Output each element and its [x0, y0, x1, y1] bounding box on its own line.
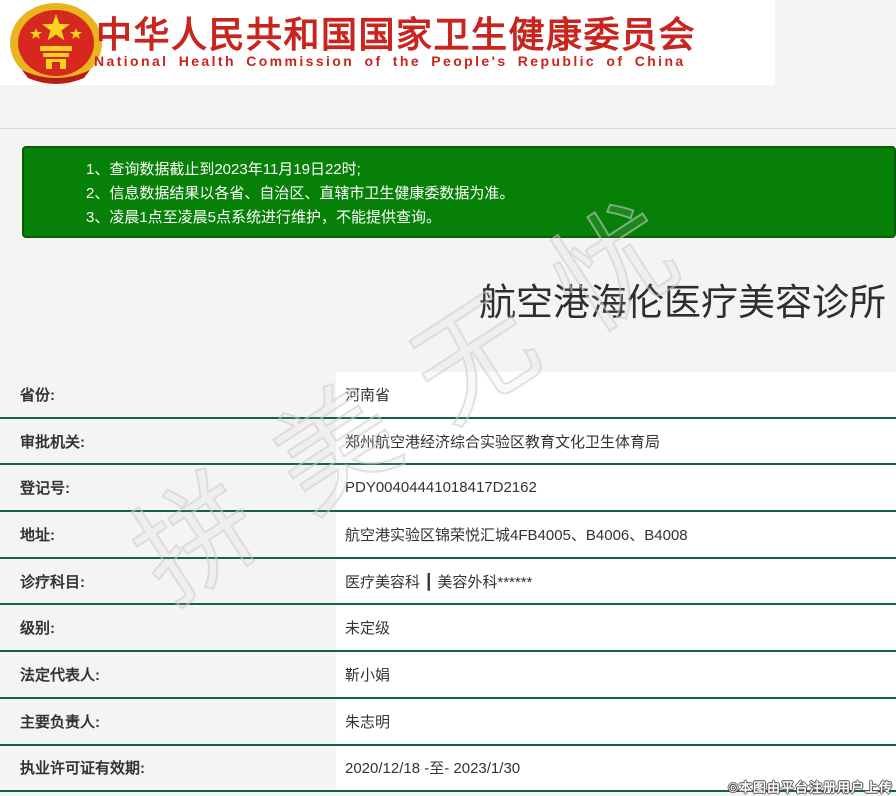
field-value: 航空港实验区锦荣悦汇城4FB4005、B4006、B4008: [336, 512, 896, 557]
upload-copyright-stamp: ©本图由平台注册用户上传: [728, 780, 893, 795]
header-title-english: National Health Commission of the People…: [94, 53, 686, 69]
field-label: 登记号:: [0, 465, 336, 511]
field-value: 医疗美容科 ┃ 美容外科******: [336, 558, 896, 604]
table-row: 级别: 未定级: [0, 605, 896, 653]
notice-line-2: 2、信息数据结果以各省、自治区、直辖市卫生健康委数据为准。: [86, 185, 515, 202]
field-value: 靳小娟: [336, 652, 896, 697]
table-row: 主要负责人: 朱志明: [0, 698, 896, 746]
header-title-chinese: 中华人民共和国国家卫生健康委员会: [96, 14, 697, 55]
national-emblem-icon: [10, 3, 102, 84]
field-label: 审批机关:: [0, 418, 336, 464]
field-value: 未定级: [336, 605, 896, 651]
query-notice-panel: 1、查询数据截止到2023年11月19日22时; 2、信息数据结果以各省、自治区…: [22, 146, 896, 238]
table-row: 省份: 河南省: [0, 372, 896, 419]
field-value: 朱志明: [336, 698, 896, 744]
field-value: 郑州航空港经济综合实验区教育文化卫生体育局: [336, 418, 896, 464]
institution-info-table: 省份: 河南省 审批机关: 郑州航空港经济综合实验区教育文化卫生体育局 登记号:…: [0, 372, 896, 793]
field-label: 诊疗科目:: [0, 558, 336, 604]
field-value: PDY00404441018417D2162: [336, 465, 896, 511]
field-label: 法定代表人:: [0, 652, 336, 697]
field-value: 河南省: [336, 372, 896, 417]
site-header: 中华人民共和国国家卫生健康委员会 National Health Commiss…: [0, 0, 775, 85]
institution-name-title: 航空港海伦医疗美容诊所: [479, 282, 886, 323]
notice-line-3: 3、凌晨1点至凌晨5点系统进行维护，不能提供查询。: [86, 209, 442, 226]
field-label: 地址:: [0, 512, 336, 557]
table-row: 地址: 航空港实验区锦荣悦汇城4FB4005、B4006、B4008: [0, 512, 896, 559]
notice-line-1: 1、查询数据截止到2023年11月19日22时;: [86, 161, 361, 178]
field-label: 级别:: [0, 605, 336, 651]
table-row: 诊疗科目: 医疗美容科 ┃ 美容外科******: [0, 558, 896, 606]
field-label: 执业许可证有效期:: [0, 745, 336, 791]
table-row: 审批机关: 郑州航空港经济综合实验区教育文化卫生体育局: [0, 418, 896, 466]
table-row: 登记号: PDY00404441018417D2162: [0, 465, 896, 513]
table-row: 法定代表人: 靳小娟: [0, 652, 896, 699]
header-divider: [0, 128, 896, 129]
field-label: 主要负责人:: [0, 698, 336, 744]
field-label: 省份:: [0, 372, 336, 417]
